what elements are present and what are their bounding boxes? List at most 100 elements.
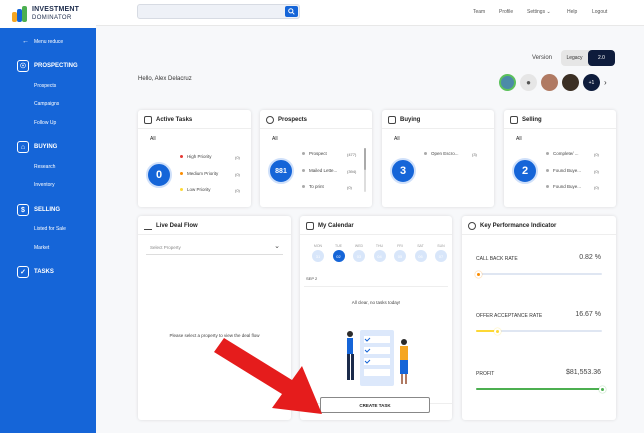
version-2-button[interactable]: 2.0 xyxy=(588,50,615,66)
sidebar-item-campaigns[interactable]: Campaigns xyxy=(34,101,59,107)
calendar-day-button[interactable]: 06 xyxy=(414,250,427,262)
kpi-gear-icon xyxy=(468,222,476,230)
nav-settings[interactable]: Settings ⌄ xyxy=(527,9,551,15)
nav-team[interactable]: Team xyxy=(473,9,485,15)
version-label: Version xyxy=(532,55,553,61)
list-item-count: (0) xyxy=(594,169,599,174)
brand-logo[interactable]: INVESTMENT DOMINATOR xyxy=(0,0,96,28)
avatar[interactable] xyxy=(541,74,558,91)
status-dot-icon xyxy=(180,172,183,175)
avatar-placeholder-icon[interactable]: ● xyxy=(520,74,537,91)
list-item-label: Mailed Lette... xyxy=(309,168,338,173)
sidebar-section-buying[interactable]: ⌂ BUYING xyxy=(17,141,57,153)
version-toggle: Legacy 2.0 xyxy=(561,50,615,66)
sidebar-item-follow-up[interactable]: Follow Up xyxy=(34,120,56,126)
chevron-right-icon[interactable]: › xyxy=(604,78,607,87)
property-select[interactable]: Select Property ⌄ xyxy=(146,241,283,255)
status-dot-icon xyxy=(302,152,305,155)
sidebar-item-prospects[interactable]: Prospects xyxy=(34,83,56,89)
nav-logout[interactable]: Logout xyxy=(592,9,607,15)
card-title: Buying xyxy=(388,116,420,124)
list-item[interactable]: To print xyxy=(302,184,324,189)
sidebar-item-research[interactable]: Research xyxy=(34,164,55,170)
list-item-count: (394) xyxy=(347,169,357,174)
filter-all[interactable]: All xyxy=(272,136,278,142)
list-item[interactable]: Low Priority xyxy=(180,187,211,192)
sidebar-section-label: TASKS xyxy=(34,269,54,275)
kpi-progress-knob xyxy=(493,327,501,335)
list-item-label: Found Buye... xyxy=(553,168,582,173)
list-item[interactable]: High Priority xyxy=(180,154,212,159)
team-avatars: ● +1 › xyxy=(499,74,607,91)
list-item[interactable]: Prospect xyxy=(302,151,327,156)
prospects-icon xyxy=(266,116,274,124)
list-item-label: Low Priority xyxy=(187,187,211,192)
calendar-day-button[interactable]: 03 xyxy=(353,250,365,262)
status-dot-icon xyxy=(546,152,549,155)
calendar-day-button[interactable]: 04 xyxy=(373,250,386,262)
calendar-day-name: TUE xyxy=(335,244,342,248)
avatar-more[interactable]: +1 xyxy=(583,74,600,91)
calendar-icon xyxy=(306,222,314,230)
selling-icon xyxy=(510,116,518,124)
sidebar-section-selling[interactable]: $ SELLING xyxy=(17,204,60,216)
kpi-value: 0.82 % xyxy=(579,254,601,261)
sidebar-item-listed-for-sale[interactable]: Listed for Sale xyxy=(34,226,66,232)
calendar-day-name: FRI xyxy=(397,244,403,248)
prospects-total: 881 xyxy=(268,158,294,184)
nav-help[interactable]: Help xyxy=(567,9,577,15)
filter-all[interactable]: All xyxy=(150,136,156,142)
selling-total: 2 xyxy=(512,158,538,184)
list-item-count: (0) xyxy=(235,172,240,177)
calendar-day-button[interactable]: 02 xyxy=(332,250,345,262)
calendar-day-button[interactable]: 05 xyxy=(394,250,406,262)
search-button[interactable] xyxy=(285,6,298,17)
sidebar-section-tasks[interactable]: ✓ TASKS xyxy=(17,266,54,278)
list-item[interactable]: Found Buye... xyxy=(546,168,581,173)
sidebar-section-label: PROSPECTING xyxy=(34,63,78,69)
list-item[interactable]: Complete/ ... xyxy=(546,151,579,156)
avatar[interactable] xyxy=(499,74,516,91)
buying-card: Buying All 3 Open Escro... (3) xyxy=(382,110,494,207)
kpi-value: 16.67 % xyxy=(575,311,601,318)
list-item-label: Prospect xyxy=(309,151,327,156)
sidebar-section-prospecting[interactable]: ☉ PROSPECTING xyxy=(17,60,78,72)
list-item[interactable]: Open Escro... xyxy=(424,151,459,156)
property-select-placeholder: Select Property xyxy=(150,245,181,250)
calendar-day-name: SAT xyxy=(417,244,424,248)
create-task-button[interactable]: CREATE TASK xyxy=(320,397,430,413)
card-title: Active Tasks xyxy=(144,116,192,124)
sidebar-item-market[interactable]: Market xyxy=(34,245,49,251)
search-input[interactable] xyxy=(137,4,300,19)
menu-reduce-button[interactable]: ← Menu reduce xyxy=(22,38,63,45)
filter-all[interactable]: All xyxy=(516,136,522,142)
status-dot-icon xyxy=(546,185,549,188)
selling-icon: $ xyxy=(17,204,29,216)
list-item[interactable]: Mailed Lette... xyxy=(302,168,337,173)
buying-total: 3 xyxy=(390,158,416,184)
list-item-count: (3) xyxy=(472,152,477,157)
nav-settings-label: Settings xyxy=(527,9,546,15)
arrow-left-icon: ← xyxy=(22,38,29,45)
scrollbar-thumb[interactable] xyxy=(364,148,366,170)
calendar-day-button[interactable]: 31 xyxy=(312,250,324,262)
search-icon xyxy=(288,8,295,15)
calendar-day-name: SUN xyxy=(437,244,445,248)
avatar[interactable] xyxy=(562,74,579,91)
list-item[interactable]: Medium Priority xyxy=(180,171,218,176)
list-item-label: Medium Priority xyxy=(187,171,219,176)
filter-all[interactable]: All xyxy=(394,136,400,142)
kpi-progress-knob xyxy=(474,270,482,278)
sidebar-section-label: SELLING xyxy=(34,207,61,213)
list-item[interactable]: Found Buye... xyxy=(546,184,581,189)
active-tasks-card: Active Tasks All 0 High Priority (0) Med… xyxy=(138,110,251,207)
calendar-day-button[interactable]: 07 xyxy=(435,250,447,262)
active-tasks-total: 0 xyxy=(146,162,172,188)
version-legacy-button[interactable]: Legacy xyxy=(561,50,588,66)
status-dot-icon xyxy=(302,169,305,172)
sidebar-section-label: BUYING xyxy=(34,144,58,150)
sidebar-item-inventory[interactable]: Inventory xyxy=(34,182,55,188)
calendar-day-name: THU xyxy=(375,244,384,248)
nav-profile[interactable]: Profile xyxy=(499,9,513,15)
deal-flow-title: Live Deal Flow xyxy=(156,223,198,229)
